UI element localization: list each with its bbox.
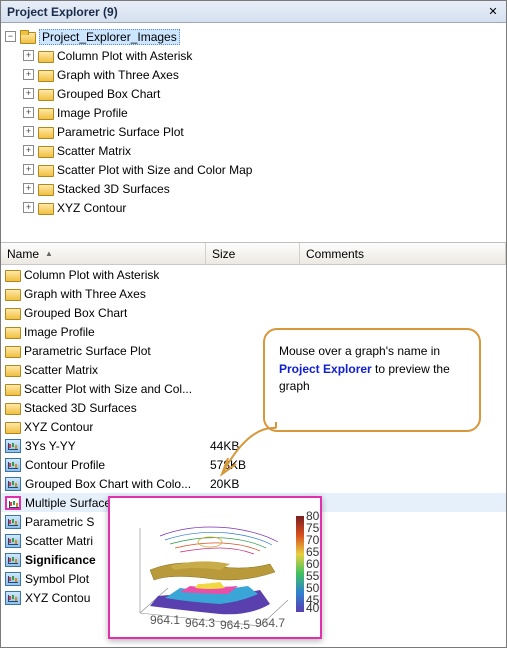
chart-icon	[5, 515, 21, 529]
tree-item[interactable]: + Scatter Plot with Size and Color Map	[23, 160, 502, 179]
expand-icon[interactable]: +	[23, 107, 34, 118]
chart-icon	[5, 572, 21, 586]
col-comments[interactable]: Comments	[300, 243, 506, 264]
chart-icon	[5, 496, 21, 510]
row-name: Symbol Plot	[25, 572, 89, 586]
expand-icon[interactable]: +	[23, 126, 34, 137]
tree-item[interactable]: + Scatter Matrix	[23, 141, 502, 160]
tree-item-label: Parametric Surface Plot	[57, 125, 184, 139]
tree-item[interactable]: + Image Profile	[23, 103, 502, 122]
title-bar: Project Explorer (9) ✕	[1, 1, 506, 23]
list-row[interactable]: Column Plot with Asterisk	[1, 265, 506, 284]
svg-text:964.7: 964.7	[255, 616, 285, 630]
folder-icon	[5, 401, 21, 415]
row-name: XYZ Contour	[24, 420, 93, 434]
tree-item-label: Graph with Three Axes	[57, 68, 179, 82]
row-name: Scatter Matri	[25, 534, 93, 548]
chart-icon	[5, 458, 21, 472]
close-icon[interactable]: ✕	[484, 4, 502, 20]
row-name: Grouped Box Chart with Colo...	[25, 477, 191, 491]
svg-text:964.1: 964.1	[150, 613, 180, 627]
row-name: Graph with Three Axes	[24, 287, 146, 301]
folder-icon	[38, 87, 54, 101]
row-name: XYZ Contou	[25, 591, 90, 605]
expand-icon[interactable]: +	[23, 69, 34, 80]
folder-icon	[38, 49, 54, 63]
collapse-icon[interactable]: −	[5, 31, 16, 42]
tree-item-label: Scatter Plot with Size and Color Map	[57, 163, 252, 177]
tree-item-label: Scatter Matrix	[57, 144, 131, 158]
tree-item[interactable]: + Column Plot with Asterisk	[23, 46, 502, 65]
tree-item[interactable]: + Graph with Three Axes	[23, 65, 502, 84]
folder-icon	[38, 68, 54, 82]
folder-icon	[5, 363, 21, 377]
row-name: Contour Profile	[25, 458, 105, 472]
row-name: Image Profile	[24, 325, 95, 339]
chart-icon	[5, 534, 21, 548]
tree-root[interactable]: − Project_Explorer_Images	[5, 27, 502, 46]
row-name: 3Ys Y-YY	[25, 439, 76, 453]
expand-icon[interactable]: +	[23, 202, 34, 213]
list-row[interactable]: Grouped Box Chart	[1, 303, 506, 322]
folder-icon	[5, 344, 21, 358]
tree-item-label: Image Profile	[57, 106, 128, 120]
tree-item-label: Grouped Box Chart	[57, 87, 160, 101]
svg-text:964.3: 964.3	[185, 616, 215, 630]
expand-icon[interactable]: +	[23, 145, 34, 156]
list-header: Name Size Comments	[1, 243, 506, 265]
tree-item-label: XYZ Contour	[57, 201, 126, 215]
chart-icon	[5, 439, 21, 453]
svg-text:964.5: 964.5	[220, 618, 250, 632]
tree-item[interactable]: + Parametric Surface Plot	[23, 122, 502, 141]
folder-icon	[5, 306, 21, 320]
tree-root-label: Project_Explorer_Images	[39, 29, 180, 45]
folder-icon	[38, 201, 54, 215]
col-size[interactable]: Size	[206, 243, 300, 264]
row-name: Significance	[25, 553, 96, 567]
help-callout: Mouse over a graph's name in Project Exp…	[263, 328, 483, 456]
callout-line1: Mouse over a graph's name in	[279, 344, 440, 358]
row-name: Grouped Box Chart	[24, 306, 127, 320]
chart-icon	[5, 553, 21, 567]
callout-strong: Project Explorer	[279, 362, 372, 376]
svg-text:400: 400	[306, 601, 320, 615]
list-row[interactable]: Graph with Three Axes	[1, 284, 506, 303]
tree-item-label: Column Plot with Asterisk	[57, 49, 192, 63]
col-name[interactable]: Name	[1, 243, 206, 264]
row-name: Column Plot with Asterisk	[24, 268, 159, 282]
window-title: Project Explorer (9)	[7, 5, 118, 19]
folder-icon	[38, 182, 54, 196]
tree-item[interactable]: + XYZ Contour	[23, 198, 502, 217]
chart-icon	[5, 477, 21, 491]
folder-icon	[38, 163, 54, 177]
folder-icon	[38, 125, 54, 139]
folder-icon	[38, 106, 54, 120]
folder-icon	[5, 268, 21, 282]
folder-open-icon	[20, 30, 36, 44]
row-name: Parametric Surface Plot	[24, 344, 151, 358]
row-name: Scatter Matrix	[24, 363, 98, 377]
tree-item[interactable]: + Stacked 3D Surfaces	[23, 179, 502, 198]
folder-icon	[38, 144, 54, 158]
chart-icon	[5, 591, 21, 605]
row-name: Stacked 3D Surfaces	[24, 401, 137, 415]
expand-icon[interactable]: +	[23, 88, 34, 99]
folder-icon	[5, 325, 21, 339]
folder-icon	[5, 382, 21, 396]
expand-icon[interactable]: +	[23, 183, 34, 194]
expand-icon[interactable]: +	[23, 164, 34, 175]
folder-tree[interactable]: − Project_Explorer_Images + Column Plot w…	[1, 23, 506, 243]
graph-preview-tooltip: 800 750 700 650 600 550 500 450 400 964.…	[108, 496, 322, 639]
callout-pointer	[218, 416, 298, 486]
folder-icon	[5, 420, 21, 434]
row-name: Scatter Plot with Size and Col...	[24, 382, 192, 396]
row-name: Parametric S	[25, 515, 94, 529]
tree-item-label: Stacked 3D Surfaces	[57, 182, 170, 196]
surface3d-thumbnail: 800 750 700 650 600 550 500 450 400 964.…	[110, 498, 320, 637]
folder-icon	[5, 287, 21, 301]
expand-icon[interactable]: +	[23, 50, 34, 61]
tree-item[interactable]: + Grouped Box Chart	[23, 84, 502, 103]
